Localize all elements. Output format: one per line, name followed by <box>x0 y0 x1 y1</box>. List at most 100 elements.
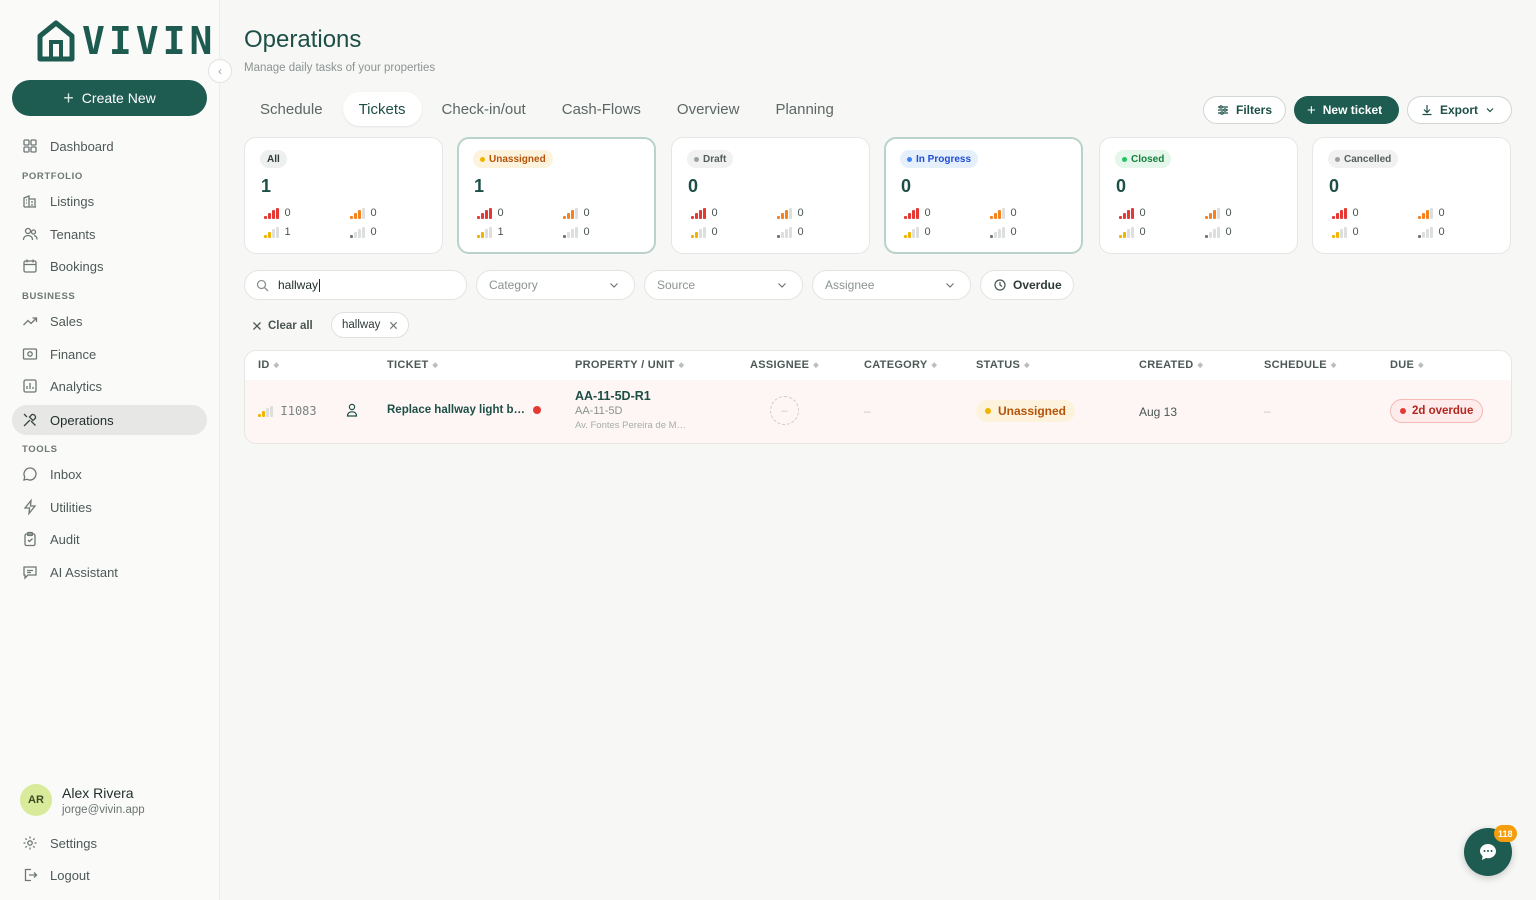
priority-urgent-count: 0 <box>904 207 931 219</box>
priority-low-icon <box>777 226 792 238</box>
ticket-title-cell[interactable]: Replace hallway light b… <box>387 404 542 416</box>
settings-link[interactable]: Settings <box>12 828 207 858</box>
filters-button[interactable]: Filters <box>1203 96 1286 124</box>
tab-check-in-out[interactable]: Check-in/out <box>426 92 542 126</box>
search-icon <box>256 279 269 291</box>
status-dot-icon <box>694 156 699 162</box>
user-email: jorge@vivin.app <box>62 803 145 816</box>
due-badge: 2d overdue <box>1390 399 1484 423</box>
sidebar-item-tenants[interactable]: Tenants <box>12 219 207 249</box>
status-card-unassigned[interactable]: Unassigned 1 0 0 1 0 <box>457 137 656 254</box>
tab-cash-flows[interactable]: Cash-Flows <box>546 92 657 126</box>
status-card-count: 1 <box>261 176 272 196</box>
sidebar-item-bookings[interactable]: Bookings <box>12 251 207 281</box>
property-address: Av. Fontes Pereira de M… <box>575 420 687 431</box>
status-card-count: 0 <box>1329 176 1340 196</box>
priority-urgent-count: 0 <box>691 207 718 219</box>
column-header-property[interactable]: PROPERTY / UNIT ◆ <box>575 359 684 371</box>
priority-high-count: 0 <box>1418 207 1445 219</box>
user-profile[interactable]: AR Alex Rivera jorge@vivin.app <box>20 784 145 816</box>
priority-urgent-icon <box>1119 207 1134 219</box>
table-row[interactable]: I1083 Replace hallway light b… AA-11-5D-… <box>245 380 1511 443</box>
priority-high-icon <box>1205 207 1220 219</box>
sort-icon: ◆ <box>813 362 819 369</box>
priority-urgent-icon <box>264 207 279 219</box>
clear-all-button[interactable]: Clear all <box>252 317 313 335</box>
export-button[interactable]: Export <box>1407 96 1512 124</box>
priority-medium-count: 0 <box>1332 226 1359 238</box>
filter-chip-label: hallway <box>342 319 381 331</box>
column-header-schedule[interactable]: SCHEDULE ◆ <box>1264 359 1337 371</box>
tickets-table: ID ◆ TICKET ◆ PROPERTY / UNIT ◆ ASSIGNEE ◆ C… <box>244 350 1512 444</box>
overdue-label: Overdue <box>1013 278 1062 292</box>
priority-urgent-count: 0 <box>477 207 504 219</box>
close-icon[interactable] <box>389 321 398 330</box>
status-card-closed[interactable]: Closed 0 0 0 0 0 <box>1099 137 1298 254</box>
export-label: Export <box>1440 103 1479 117</box>
source-select[interactable]: Source <box>644 270 803 300</box>
due-cell: 2d overdue <box>1390 399 1484 423</box>
tab-planning[interactable]: Planning <box>759 92 849 126</box>
chat-bubble-icon <box>1480 844 1496 860</box>
sidebar-item-label: AI Assistant <box>50 564 118 580</box>
column-header-created[interactable]: CREATED ◆ <box>1139 359 1203 371</box>
priority-high-count: 0 <box>1205 207 1232 219</box>
sidebar-item-sales[interactable]: Sales <box>12 306 207 336</box>
status-card-label: All <box>267 153 280 165</box>
status-card-badge: All <box>260 150 287 168</box>
priority-high-count: 0 <box>777 207 804 219</box>
sidebar-item-analytics[interactable]: Analytics <box>12 371 207 401</box>
sidebar-item-audit[interactable]: Audit <box>12 524 207 554</box>
banknote-icon <box>22 348 38 360</box>
logout-label: Logout <box>50 867 90 883</box>
search-input[interactable]: hallway <box>244 270 467 300</box>
person-icon <box>346 403 358 420</box>
status-card-all[interactable]: All 1 0 0 1 0 <box>244 137 443 254</box>
status-card-draft[interactable]: Draft 0 0 0 0 0 <box>671 137 870 254</box>
sidebar-item-utilities[interactable]: Utilities <box>12 492 207 522</box>
overdue-toggle[interactable]: Overdue <box>980 270 1074 300</box>
tab-schedule[interactable]: Schedule <box>244 92 339 126</box>
assignee-placeholder-avatar: – <box>770 396 799 425</box>
priority-low-count: 0 <box>777 226 804 238</box>
sidebar-item-listings[interactable]: Listings <box>12 186 207 216</box>
column-header-assignee[interactable]: ASSIGNEE ◆ <box>750 359 819 371</box>
sidebar-item-inbox[interactable]: Inbox <box>12 459 207 489</box>
chevron-down-icon <box>1486 108 1494 113</box>
column-header-id[interactable]: ID ◆ <box>258 359 279 371</box>
new-ticket-button[interactable]: + New ticket <box>1294 96 1399 124</box>
source-placeholder: Source <box>657 278 696 292</box>
status-card-in-progress[interactable]: In Progress 0 0 0 0 0 <box>884 137 1083 254</box>
priority-low-count: 0 <box>990 226 1017 238</box>
assignee-cell[interactable]: – <box>770 396 799 425</box>
sort-icon: ◆ <box>931 362 938 369</box>
sidebar-item-label: Listings <box>50 193 95 209</box>
sidebar-item-ai-assistant[interactable]: AI Assistant <box>12 557 207 587</box>
priority-urgent-icon <box>1332 207 1347 219</box>
category-select[interactable]: Category <box>476 270 635 300</box>
status-card-label: Closed <box>1131 153 1165 165</box>
status-card-cancelled[interactable]: Cancelled 0 0 0 0 0 <box>1312 137 1511 254</box>
status-dot-icon <box>480 156 485 162</box>
sidebar-item-operations[interactable]: Operations <box>12 405 207 435</box>
brand-logo[interactable]: VIVIN <box>36 20 216 62</box>
column-header-category[interactable]: CATEGORY ◆ <box>864 359 937 371</box>
assignee-select[interactable]: Assignee <box>812 270 971 300</box>
sidebar-item-dashboard[interactable]: Dashboard <box>12 131 207 161</box>
create-new-button[interactable]: + Create New <box>12 80 207 116</box>
section-label-portfolio: PORTFOLIO <box>22 171 83 182</box>
column-header-status[interactable]: STATUS ◆ <box>976 359 1030 371</box>
property-code: AA-11-5D-R1 <box>575 389 651 403</box>
logout-link[interactable]: Logout <box>12 860 207 890</box>
tab-overview[interactable]: Overview <box>661 92 756 126</box>
tools-icon <box>23 413 37 427</box>
collapse-sidebar-button[interactable]: ‹ <box>208 59 232 83</box>
priority-medium-count: 1 <box>477 226 504 238</box>
column-header-due[interactable]: DUE ◆ <box>1390 359 1424 371</box>
priority-high-count: 0 <box>563 207 590 219</box>
tab-tickets[interactable]: Tickets <box>342 92 422 126</box>
priority-medium-icon <box>477 226 492 238</box>
property-cell[interactable]: AA-11-5D-R1 AA-11-5D Av. Fontes Pereira … <box>575 389 686 431</box>
column-header-ticket[interactable]: TICKET ◆ <box>387 359 438 371</box>
sidebar-item-finance[interactable]: Finance <box>12 339 207 369</box>
